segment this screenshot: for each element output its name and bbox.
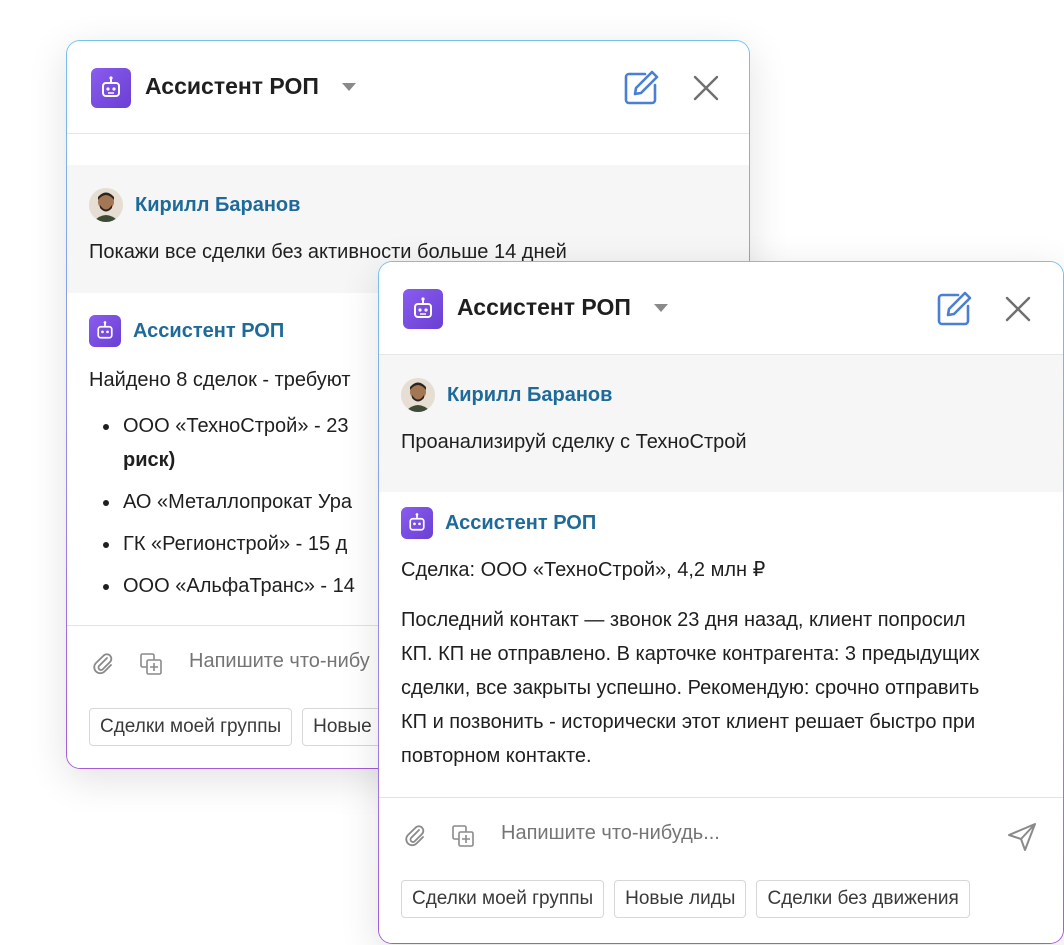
chevron-down-icon[interactable] [342, 83, 356, 91]
robot-icon [403, 289, 443, 329]
window-header: Ассистент РОП [67, 41, 749, 134]
user-message-text: Проанализируй сделку с ТехноСтрой [401, 431, 747, 453]
bot-message-header: Ассистент РОП [89, 315, 284, 347]
paperclip-icon[interactable] [403, 824, 427, 848]
send-icon[interactable] [1005, 820, 1039, 854]
window-title: Ассистент РОП [145, 73, 319, 99]
chevron-down-icon[interactable] [654, 304, 668, 312]
chip-new[interactable]: Новые [302, 708, 383, 746]
paragraph-line: КП. КП не отправлено. В карточке контраг… [401, 643, 980, 665]
robot-icon [401, 507, 433, 539]
bot-message-header: Ассистент РОП [401, 507, 596, 539]
chip-stalled-deals[interactable]: Сделки без движения [756, 880, 970, 918]
list-item-continuation: риск) [123, 449, 176, 471]
message-header: Кирилл Баранов [89, 188, 300, 222]
robot-icon [91, 68, 131, 108]
copy-add-icon[interactable] [451, 824, 475, 848]
user-message: Кирилл Баранов Проанализируй сделку с Те… [379, 355, 1063, 492]
list-item: ГК «Регионстрой» - 15 д [89, 527, 355, 561]
close-icon[interactable] [1001, 292, 1035, 326]
author-name: Ассистент РОП [445, 511, 597, 534]
avatar [89, 188, 123, 222]
list-item: ООО «ТехноСтрой» - 23 [89, 409, 355, 443]
assistant-window-front: Ассистент РОП Кирилл Баранов Проанализир… [378, 261, 1064, 944]
author-name: Кирилл Баранов [135, 193, 301, 216]
window-title: Ассистент РОП [457, 294, 631, 320]
robot-icon [89, 315, 121, 347]
quick-replies: Сделки моей группы Новые [89, 708, 383, 746]
window-header: Ассистент РОП [379, 262, 1063, 355]
list-item: ООО «АльфаТранс» - 14 [89, 569, 355, 603]
paragraph-line: сделки, все закрыты успешно. Рекомендую:… [401, 677, 980, 699]
message-input[interactable] [501, 822, 921, 845]
paragraph-line: Последний контакт — звонок 23 дня назад,… [401, 609, 966, 631]
author-name: Кирилл Баранов [447, 383, 613, 406]
deal-list: ООО «ТехноСтрой» - 23 риск) АО «Металлоп… [89, 409, 355, 603]
avatar [401, 378, 435, 412]
paragraph-line: КП и позвонить - исторически этот клиент… [401, 711, 976, 733]
chip-my-group-deals[interactable]: Сделки моей группы [401, 880, 605, 918]
composer: Сделки моей группы Новые лиды Сделки без… [379, 797, 1063, 943]
bot-message-intro: Найдено 8 сделок - требуют [89, 369, 351, 391]
paragraph-line: повторном контакте. [401, 745, 592, 767]
quick-replies: Сделки моей группы Новые лиды Сделки без… [401, 880, 970, 918]
copy-add-icon[interactable] [139, 652, 163, 676]
edit-icon[interactable] [934, 289, 974, 329]
analysis-paragraph: Последний контакт — звонок 23 дня назад,… [401, 603, 980, 773]
chip-new-leads[interactable]: Новые лиды [614, 880, 747, 918]
chip-my-group-deals[interactable]: Сделки моей группы [89, 708, 293, 746]
paperclip-icon[interactable] [91, 652, 115, 676]
close-icon[interactable] [689, 71, 723, 105]
author-name: Ассистент РОП [133, 319, 285, 342]
edit-icon[interactable] [621, 68, 661, 108]
list-item: АО «Металлопрокат Ура [89, 485, 355, 519]
deal-summary: Сделка: ООО «ТехноСтрой», 4,2 млн ₽ [401, 559, 766, 581]
message-header: Кирилл Баранов [401, 378, 612, 412]
